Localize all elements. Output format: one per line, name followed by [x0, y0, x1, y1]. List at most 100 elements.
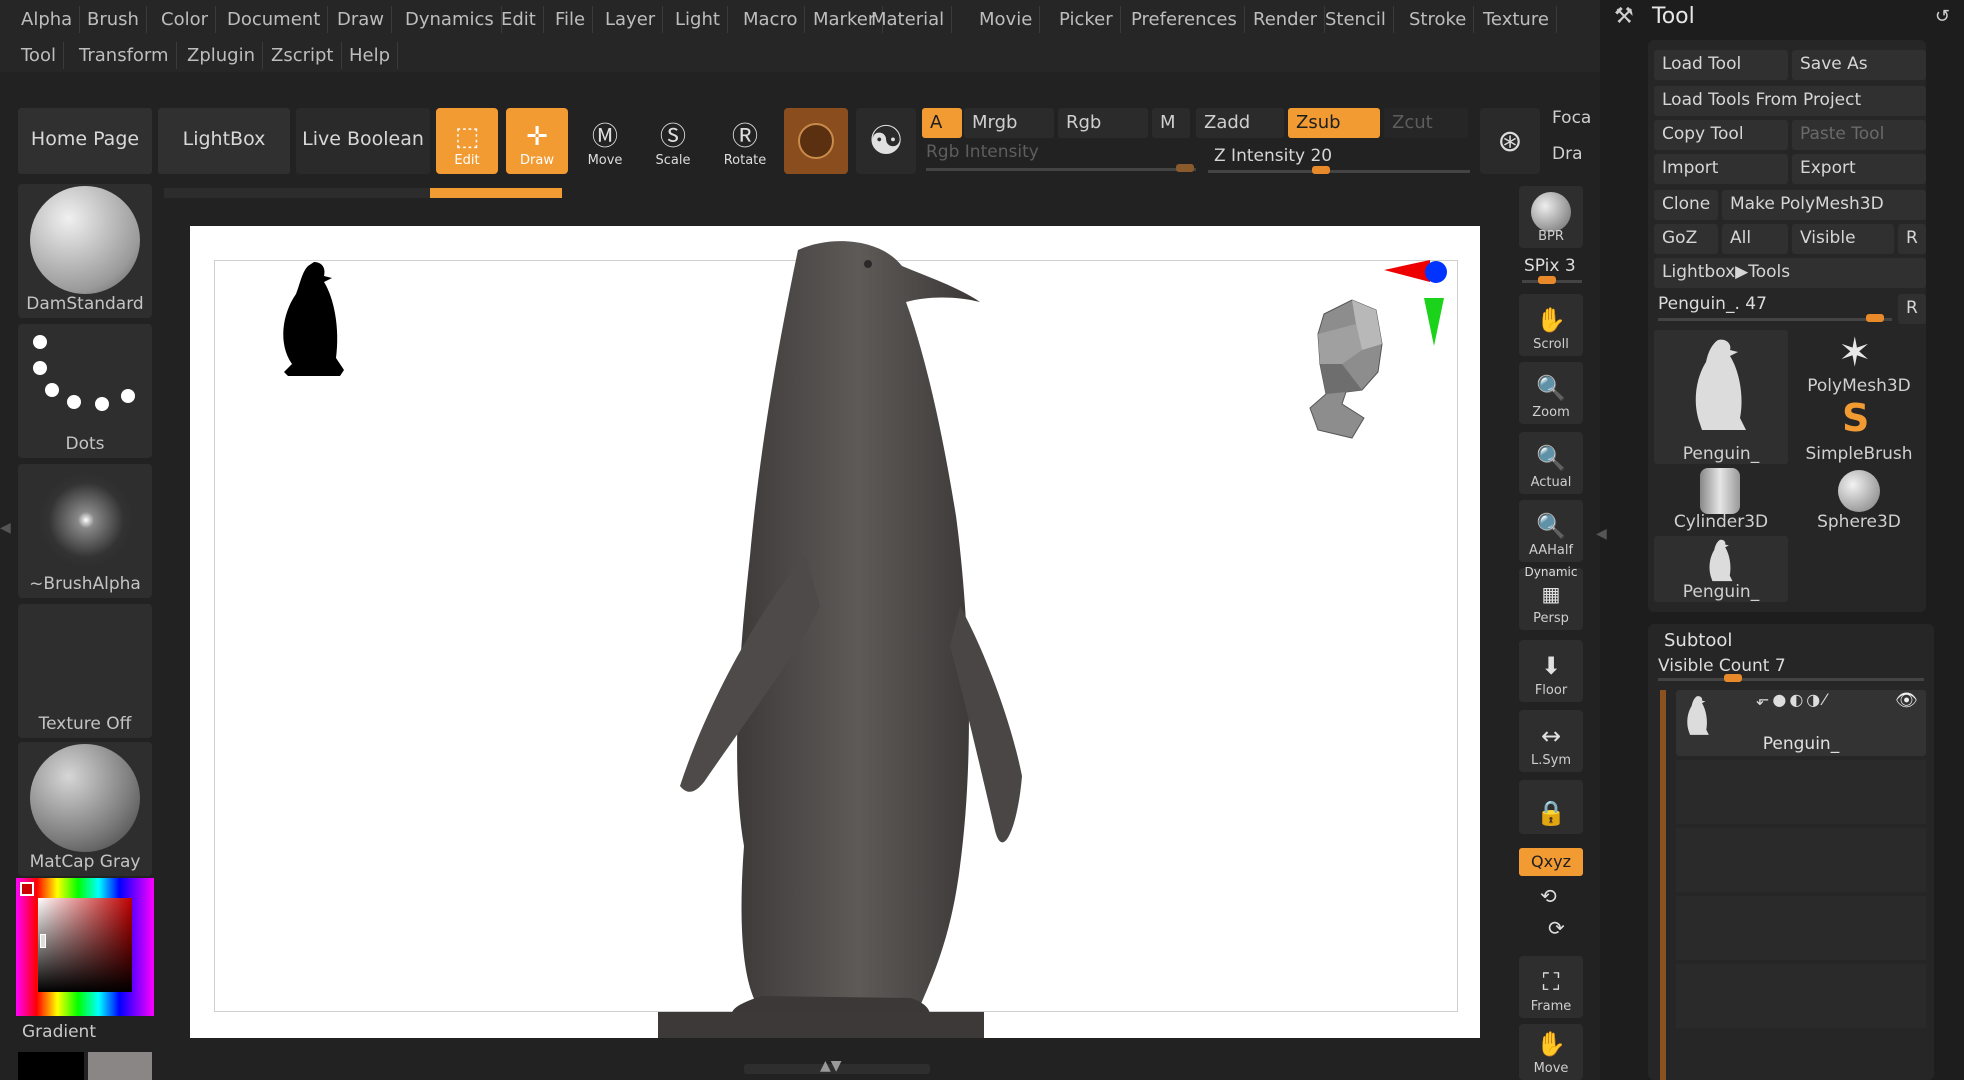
- menu-light[interactable]: Light: [668, 6, 728, 33]
- sculptris-pro-button[interactable]: ⊛: [1480, 108, 1540, 174]
- rgb-toggle[interactable]: Rgb: [1058, 108, 1148, 138]
- menu-transform[interactable]: Transform: [72, 42, 177, 69]
- floor-button[interactable]: ⬇ Floor: [1519, 640, 1583, 702]
- menu-document[interactable]: Document: [220, 6, 329, 33]
- penguin-3d-model[interactable]: [610, 226, 1090, 1038]
- menu-color[interactable]: Color: [154, 6, 216, 33]
- alpha-selector[interactable]: ~BrushAlpha: [18, 464, 152, 598]
- menu-texture[interactable]: Texture: [1476, 6, 1557, 33]
- tool-thumb-sphere3d[interactable]: Sphere3D: [1792, 466, 1926, 532]
- lsym-button[interactable]: ↔ L.Sym: [1519, 710, 1583, 772]
- goz-all-button[interactable]: All: [1722, 224, 1788, 254]
- menu-file[interactable]: File: [548, 6, 594, 33]
- paste-tool-button[interactable]: Paste Tool: [1792, 120, 1926, 150]
- subtool-empty-slot[interactable]: [1676, 964, 1926, 1028]
- tool-thumb-penguin-2[interactable]: Penguin_: [1654, 536, 1788, 602]
- current-color-swatch[interactable]: [20, 882, 34, 896]
- frame-button[interactable]: ⛶ Frame: [1519, 956, 1583, 1018]
- z-intensity-slider[interactable]: [1208, 170, 1470, 173]
- visible-count-label[interactable]: Visible Count 7: [1658, 656, 1786, 676]
- make-polymesh3d-button[interactable]: Make PolyMesh3D: [1722, 190, 1926, 220]
- rgb-intensity-knob[interactable]: [1176, 164, 1194, 172]
- scroll-button[interactable]: ✋ Scroll: [1519, 294, 1583, 356]
- tool-thumb-polymesh3d[interactable]: ✶ PolyMesh3D: [1792, 330, 1926, 396]
- load-tool-button[interactable]: Load Tool: [1654, 50, 1788, 80]
- menu-stencil[interactable]: Stencil: [1318, 6, 1394, 33]
- current-tool-r-button[interactable]: R: [1898, 294, 1926, 324]
- m-toggle[interactable]: M: [1152, 108, 1190, 138]
- focal-shift-label[interactable]: Foca: [1552, 108, 1591, 128]
- goz-r-button[interactable]: R: [1898, 224, 1926, 254]
- edit-button[interactable]: ⬚ Edit: [436, 108, 498, 174]
- aahalf-button[interactable]: 🔍 AAHalf: [1519, 500, 1583, 562]
- brush-selector[interactable]: DamStandard: [18, 184, 152, 318]
- actual-button[interactable]: 🔍 Actual: [1519, 432, 1583, 494]
- tool-thumb-simplebrush[interactable]: S SimpleBrush: [1792, 396, 1926, 464]
- mrgb-toggle[interactable]: Mrgb: [964, 108, 1054, 138]
- menu-draw[interactable]: Draw: [330, 6, 393, 33]
- menu-alpha[interactable]: Alpha: [14, 6, 81, 33]
- menu-picker[interactable]: Picker: [1052, 6, 1121, 33]
- load-tools-from-project-button[interactable]: Load Tools From Project: [1654, 86, 1926, 116]
- menu-help[interactable]: Help: [342, 42, 399, 69]
- move-button[interactable]: Ⓜ Move: [574, 108, 636, 174]
- a-toggle[interactable]: A: [922, 108, 962, 138]
- draw-button[interactable]: ✛ Draw: [506, 108, 568, 174]
- lock-button[interactable]: 🔒: [1519, 780, 1583, 834]
- current-tool-slider-label[interactable]: Penguin_. 47: [1658, 294, 1767, 314]
- live-boolean-button[interactable]: Live Boolean: [296, 108, 430, 174]
- visible-count-slider[interactable]: [1658, 678, 1924, 681]
- left-tray-arrow-icon[interactable]: ◀: [0, 520, 11, 536]
- material-selector[interactable]: MatCap Gray: [18, 742, 152, 876]
- color-picker[interactable]: [16, 878, 154, 1016]
- menu-dynamics[interactable]: Dynamics: [398, 6, 502, 33]
- subtool-empty-slot[interactable]: [1676, 760, 1926, 824]
- menu-tool[interactable]: Tool: [14, 42, 64, 69]
- lightbox-tools-button[interactable]: Lightbox▶Tools: [1654, 258, 1926, 288]
- canvas-bottom-handle[interactable]: ▲▼: [744, 1058, 930, 1074]
- menu-material[interactable]: Material: [864, 6, 953, 33]
- export-button[interactable]: Export: [1792, 154, 1926, 184]
- tool-thumb-penguin[interactable]: Penguin_: [1654, 330, 1788, 464]
- secondary-color-swatch[interactable]: [88, 1052, 152, 1080]
- z-intensity-knob[interactable]: [1312, 166, 1330, 174]
- zcut-toggle[interactable]: Zcut: [1384, 108, 1468, 138]
- rgb-intensity-slider[interactable]: [926, 168, 1196, 171]
- xyz-rotate-button[interactable]: Qxyz: [1519, 848, 1583, 876]
- subtool-empty-slot[interactable]: [1676, 828, 1926, 892]
- menu-zplugin[interactable]: Zplugin: [180, 42, 264, 69]
- spix-knob[interactable]: [1538, 276, 1556, 284]
- subtool-item-penguin[interactable]: ⬐●◐◑⁄ 👁 Penguin_: [1676, 690, 1926, 756]
- y-rotate-icon[interactable]: ⟲: [1540, 884, 1557, 908]
- zoom-button[interactable]: 🔍 Zoom: [1519, 362, 1583, 424]
- subtool-scrollbar[interactable]: [1660, 690, 1666, 1080]
- goz-button[interactable]: GoZ: [1654, 224, 1718, 254]
- right-tray-arrow-icon[interactable]: ◀: [1596, 526, 1607, 542]
- stroke-selector[interactable]: Dots: [18, 324, 152, 458]
- menu-layer[interactable]: Layer: [598, 6, 664, 33]
- main-color-swatch[interactable]: [18, 1052, 84, 1080]
- clone-button[interactable]: Clone: [1654, 190, 1718, 220]
- copy-tool-button[interactable]: Copy Tool: [1654, 120, 1788, 150]
- material-swatch-button[interactable]: [784, 108, 848, 174]
- home-page-button[interactable]: Home Page: [18, 108, 152, 174]
- menu-edit[interactable]: Edit: [494, 6, 544, 33]
- current-tool-knob[interactable]: [1866, 314, 1884, 322]
- import-button[interactable]: Import: [1654, 154, 1788, 184]
- color-square[interactable]: [38, 898, 132, 992]
- lightbox-button[interactable]: LightBox: [158, 108, 290, 174]
- spix-label[interactable]: SPix 3: [1524, 256, 1576, 276]
- menu-render[interactable]: Render: [1246, 6, 1326, 33]
- zsub-toggle[interactable]: Zsub: [1288, 108, 1380, 138]
- goz-visible-button[interactable]: Visible: [1792, 224, 1894, 254]
- document-canvas[interactable]: [190, 226, 1480, 1038]
- subtool-flags-icon[interactable]: ⬐●◐◑⁄: [1756, 690, 1829, 709]
- menu-macro[interactable]: Macro: [736, 6, 806, 33]
- scale-button[interactable]: Ⓢ Scale: [642, 108, 704, 174]
- tool-palette-title[interactable]: Tool: [1652, 4, 1695, 29]
- bpr-button[interactable]: BPR: [1519, 186, 1583, 248]
- menu-stroke[interactable]: Stroke: [1402, 6, 1475, 33]
- rotate-button[interactable]: Ⓡ Rotate: [714, 108, 776, 174]
- current-tool-slider[interactable]: [1658, 318, 1892, 321]
- tool-thumb-cylinder3d[interactable]: Cylinder3D: [1654, 466, 1788, 532]
